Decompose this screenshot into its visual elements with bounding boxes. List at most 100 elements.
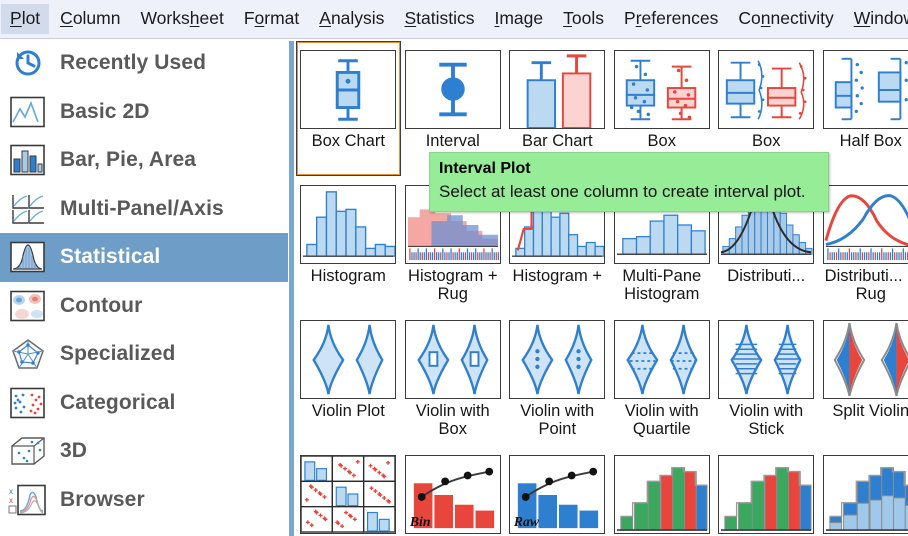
- sidebar-divider: [289, 41, 294, 536]
- menu-item-worksheet[interactable]: Worksheet: [131, 4, 232, 35]
- plot-type-cell-stacked[interactable]: Stacked...: [819, 446, 908, 536]
- qc-xbar-thumb: [613, 455, 710, 534]
- violin-point-thumb: [509, 320, 606, 399]
- sidebar-item-multi-panel-axis[interactable]: Multi-Panel/Axis: [0, 185, 288, 234]
- sidebar-item-specialized[interactable]: Specialized: [0, 330, 288, 379]
- svg-text:x: x: [9, 496, 13, 505]
- plot-type-cell-pareto-raw[interactable]: RawPareto...: [505, 446, 610, 536]
- pareto-raw-thumb: Raw: [509, 455, 606, 534]
- plot-type-label: Box Chart: [311, 132, 385, 150]
- sidebar-item-label: Bar, Pie, Area: [60, 148, 197, 172]
- plot-type-label: Violin with Stick: [729, 402, 804, 438]
- bar-chart-thumb: [509, 50, 606, 129]
- plot-type-cell-bridge[interactable]: Bridge...: [714, 446, 819, 536]
- sidebar-item-basic-2d[interactable]: Basic 2D: [0, 88, 288, 137]
- violin-plot-thumb: [300, 320, 397, 399]
- specialized-icon: [8, 337, 48, 371]
- svg-text:Bin: Bin: [409, 514, 431, 529]
- plot-type-label: Interval: [425, 132, 480, 150]
- sidebar-item-label: Contour: [60, 293, 143, 317]
- plot-type-cell-violin-plot[interactable]: Violin Plot: [296, 311, 401, 446]
- plot-type-cell-pareto-bin[interactable]: BinPareto...: [401, 446, 506, 536]
- sidebar-item-recently-used[interactable]: Recently Used: [0, 39, 288, 88]
- bar-pie-area-icon: [8, 143, 48, 177]
- menu-item-preferences[interactable]: Preferences: [615, 4, 727, 35]
- menu-item-connectivity[interactable]: Connectivity: [729, 4, 842, 35]
- sidebar-item-browser[interactable]: x x Browser: [0, 476, 288, 525]
- box-distribution-thumb: [718, 50, 815, 129]
- plot-type-label: Violin with Point: [520, 402, 595, 438]
- plot-type-label: Multi-Pane Histogram: [622, 267, 702, 303]
- plot-type-cell-violin-quartile[interactable]: Violin with Quartile: [610, 311, 715, 446]
- bridge-thumb: [718, 455, 815, 534]
- plot-type-label: Bar Chart: [521, 132, 593, 150]
- plot-type-label: Box: [647, 132, 676, 150]
- violin-box-thumb: [404, 320, 501, 399]
- browser-icon: xx: [8, 483, 48, 517]
- plot-type-cell-half-box[interactable]: Half Box: [819, 41, 908, 176]
- recently-used-icon: [8, 46, 48, 80]
- sidebar-item-label: Statistical: [60, 245, 161, 269]
- multi-panel-axis-icon: [8, 192, 48, 226]
- sidebar-item-categorical[interactable]: Categorical: [0, 379, 288, 428]
- plot-type-cell-box-chart[interactable]: Box Chart: [296, 41, 401, 176]
- sidebar-item-label: Specialized: [60, 342, 176, 366]
- violin-quartile-thumb: [613, 320, 710, 399]
- three-d-icon: [8, 434, 48, 468]
- violin-stick-thumb: [718, 320, 815, 399]
- plot-type-cell-scatter-matrix[interactable]: Scatter M...: [296, 446, 401, 536]
- plot-type-label: Distributi... + Rug: [824, 267, 908, 303]
- categorical-icon: [8, 386, 48, 420]
- stacked-thumb: [822, 455, 908, 534]
- tooltip-title: Interval Plot: [439, 160, 531, 177]
- interval-thumb: [404, 50, 501, 129]
- split-violin-thumb: [822, 320, 908, 399]
- scatter-matrix-thumb: [300, 455, 397, 534]
- plot-type-gallery[interactable]: Box Chart Interval Bar Chart Box Box Half Box…: [296, 41, 908, 536]
- plot-type-label: Half Box: [839, 132, 902, 150]
- menu-item-analysis[interactable]: Analysis: [310, 4, 393, 35]
- plot-type-cell-distribution-rug[interactable]: Distributi... + Rug: [819, 176, 908, 311]
- plot-type-cell-qc-xbar[interactable]: QC (X-bar...: [610, 446, 715, 536]
- sidebar-item-label: 3D: [60, 439, 88, 463]
- plot-type-cell-violin-stick[interactable]: Violin with Stick: [714, 311, 819, 446]
- distribution-rug-thumb: [822, 185, 908, 264]
- sidebar-item-label: Basic 2D: [60, 99, 150, 123]
- menu-item-format[interactable]: Format: [235, 4, 308, 35]
- plot-type-label: Violin with Quartile: [624, 402, 699, 438]
- category-sidebar[interactable]: Recently Used Basic 2D Bar, Pie, Area Multi…: [0, 39, 288, 536]
- sidebar-item-label: Recently Used: [60, 51, 207, 75]
- plot-type-grid: Box Chart Interval Bar Chart Box Box Half Box…: [296, 41, 908, 536]
- statistical-icon: [8, 240, 48, 274]
- box-chart-thumb: [300, 50, 397, 129]
- plot-type-cell-split-violin[interactable]: Split Violin: [819, 311, 908, 446]
- sidebar-item-3d[interactable]: 3D: [0, 427, 288, 476]
- svg-text:Raw: Raw: [513, 514, 540, 529]
- plot-type-label: Violin with Box: [415, 402, 490, 438]
- sidebar-item-contour[interactable]: Contour: [0, 282, 288, 331]
- pareto-bin-thumb: Bin: [404, 455, 501, 534]
- plot-type-cell-violin-point[interactable]: Violin with Point: [505, 311, 610, 446]
- menu-item-window[interactable]: Window: [845, 4, 908, 35]
- plot-type-label: Violin Plot: [311, 402, 385, 420]
- tooltip: Interval Plot Select at least one column…: [429, 152, 829, 212]
- menu-item-tools[interactable]: Tools: [554, 4, 613, 35]
- plot-type-label: Split Violin: [832, 402, 908, 420]
- menu-item-image[interactable]: Image: [485, 4, 552, 35]
- sidebar-item-label: Categorical: [60, 390, 176, 414]
- basic-2d-icon: [8, 95, 48, 129]
- plot-type-label: Histogram: [310, 267, 386, 285]
- plot-type-label: Histogram +: [512, 267, 602, 285]
- sidebar-item-bar-pie-area[interactable]: Bar, Pie, Area: [0, 136, 288, 185]
- plot-type-label: Box: [752, 132, 781, 150]
- plot-type-label: Histogram + Rug: [408, 267, 498, 303]
- menu-item-plot[interactable]: Plot: [1, 3, 50, 35]
- menu-item-column[interactable]: Column: [51, 4, 129, 35]
- sidebar-item-statistical[interactable]: Statistical: [0, 233, 288, 282]
- plot-type-cell-violin-box[interactable]: Violin with Box: [401, 311, 506, 446]
- tooltip-body: Select at least one column to create int…: [439, 181, 806, 201]
- svg-text:x: x: [9, 487, 13, 496]
- menu-item-statistics[interactable]: Statistics: [395, 4, 483, 35]
- plot-type-cell-histogram[interactable]: Histogram: [296, 176, 401, 311]
- plot-type-label: Distributi...: [727, 267, 806, 285]
